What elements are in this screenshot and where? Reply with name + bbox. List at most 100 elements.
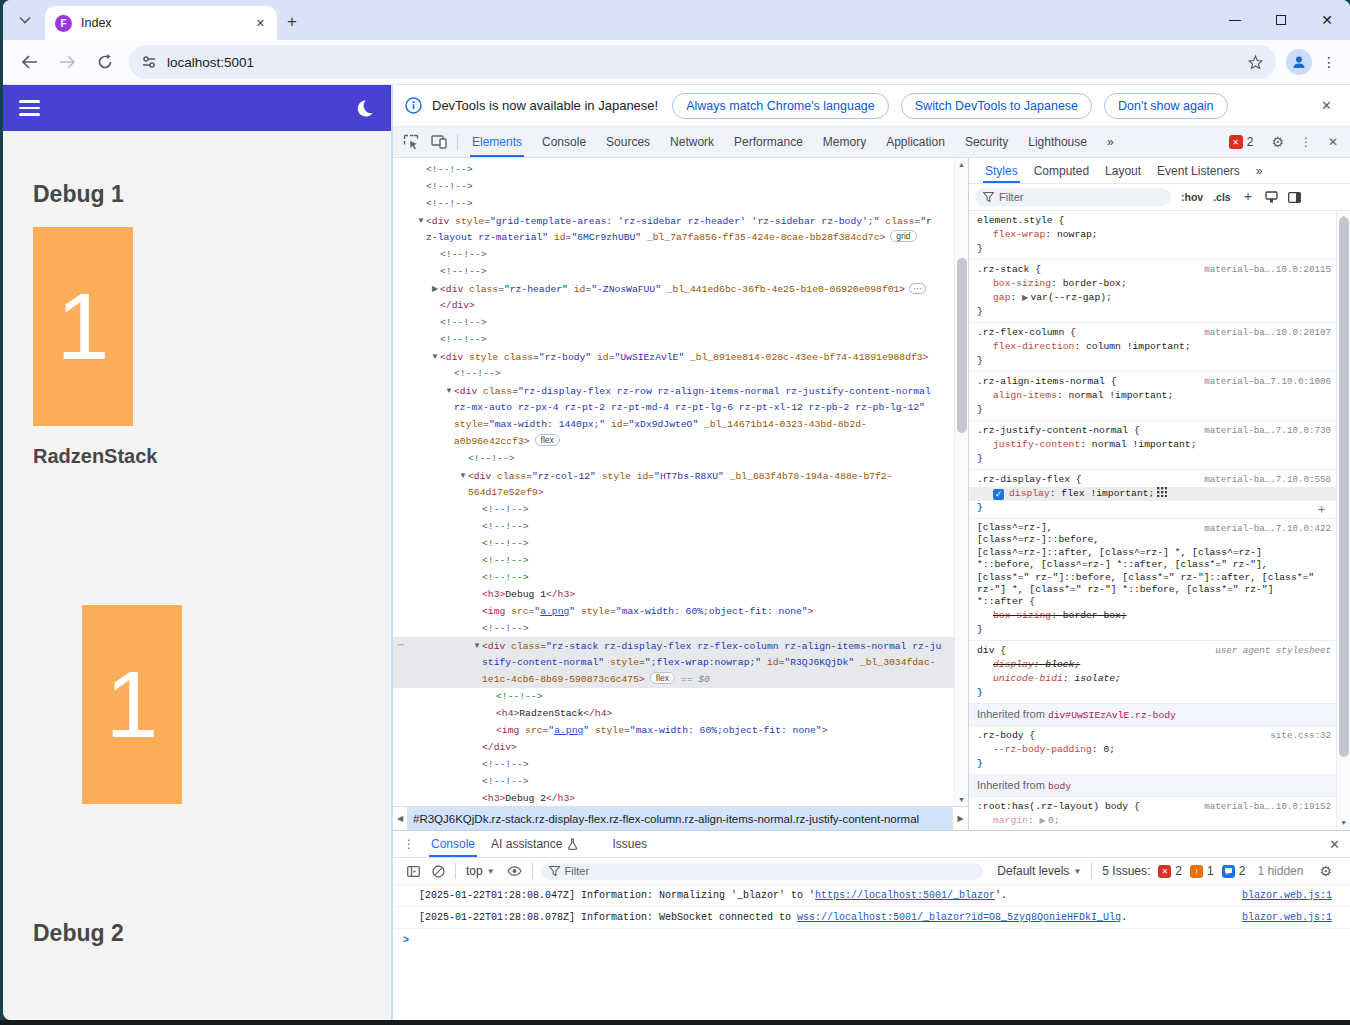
- css-property[interactable]: margin: ▶ 0;: [977, 814, 1330, 828]
- elements-tree-row[interactable]: 1e1c-4cb6-8b69-590873c6c475>flex == $0: [393, 671, 954, 688]
- dark-mode-icon[interactable]: [354, 98, 375, 119]
- devtools-close-icon[interactable]: ✕: [1328, 135, 1338, 149]
- elements-tree-row[interactable]: <!--!-->: [393, 263, 954, 280]
- elements-tree-row[interactable]: <!--!-->: [393, 501, 954, 518]
- css-property[interactable]: flex-direction: column !important;: [977, 340, 1330, 354]
- dont-show-again-button[interactable]: Don't show again: [1104, 93, 1228, 119]
- address-bar[interactable]: localhost:5001: [129, 45, 1276, 79]
- elements-tree-row[interactable]: <!--!-->: [393, 620, 954, 637]
- elements-tree-row[interactable]: ⋯▼<div class="rz-stack rz-display-flex r…: [393, 637, 954, 654]
- elements-tree-row[interactable]: <!--!-->: [393, 314, 954, 331]
- source-location-link[interactable]: blazor.web.js:1: [1242, 889, 1332, 903]
- tab-event-listeners[interactable]: Event Listeners: [1149, 158, 1248, 183]
- tab-computed[interactable]: Computed: [1026, 158, 1097, 183]
- context-selector[interactable]: top: [466, 864, 483, 878]
- style-rule[interactable]: .rz-align-items-normal {material-ba…7.10…: [969, 372, 1336, 421]
- breadcrumb[interactable]: #R3QJ6KQjDk.rz-stack.rz-display-flex.rz-…: [407, 807, 952, 830]
- default-levels-dropdown[interactable]: Default levels: [997, 864, 1069, 878]
- drawer-close-icon[interactable]: ✕: [1319, 837, 1350, 852]
- maximize-button[interactable]: [1258, 0, 1304, 40]
- console-filter-input[interactable]: Filter: [541, 863, 984, 880]
- elements-tree-row[interactable]: <!--!-->: [393, 161, 954, 178]
- back-button[interactable]: [17, 55, 41, 69]
- styles-filter-input[interactable]: Filter: [975, 188, 1171, 206]
- stylesheet-link[interactable]: material-ba….10.0:20107: [1204, 326, 1331, 340]
- site-settings-icon[interactable]: [141, 55, 157, 69]
- toggle-hover-state[interactable]: :hov: [1181, 191, 1203, 203]
- notification-close-icon[interactable]: ✕: [1315, 98, 1338, 113]
- elements-scrollbar[interactable]: ▲ ▼: [954, 158, 968, 806]
- browser-menu-button[interactable]: ⋮: [1322, 54, 1336, 70]
- stylesheet-link[interactable]: material-ba….7.10.0:730: [1204, 424, 1331, 438]
- elements-tree-row[interactable]: <!--!-->: [393, 569, 954, 586]
- tab-styles[interactable]: Styles: [977, 158, 1026, 183]
- elements-tree-row[interactable]: <!--!-->: [393, 535, 954, 552]
- flex-badge[interactable]: flex: [535, 434, 560, 446]
- match-language-button[interactable]: Always match Chrome's language: [672, 93, 889, 119]
- menu-icon[interactable]: [19, 96, 40, 119]
- flex-editor-icon[interactable]: [1157, 487, 1167, 497]
- style-rule[interactable]: .rz-stack {material-ba….10.0:20115box-si…: [969, 260, 1336, 323]
- style-rule[interactable]: element.style {flex-wrap: nowrap;}: [969, 211, 1336, 260]
- console-settings-icon[interactable]: ⚙: [1319, 863, 1332, 879]
- source-location-link[interactable]: blazor.web.js:1: [1242, 911, 1332, 925]
- css-property[interactable]: ✓display: flex !important;: [969, 487, 1336, 501]
- computed-sidebar-icon[interactable]: [1288, 192, 1301, 203]
- drawer-tab-ai-assistance[interactable]: AI assistance: [483, 831, 586, 857]
- issues-warning-icon[interactable]: !: [1190, 865, 1203, 878]
- reload-button[interactable]: [93, 54, 117, 70]
- stylesheet-link[interactable]: material-ba….10.0:20115: [1204, 263, 1331, 277]
- style-rule[interactable]: [class^=rz-],[class^=rz-]::before,[class…: [969, 519, 1336, 641]
- stylesheet-link[interactable]: material-ba….7.10.0:558: [1204, 473, 1331, 487]
- flex-badge[interactable]: flex: [650, 672, 675, 684]
- elements-tree-row[interactable]: stify-content-normal" style=";flex-wrap:…: [393, 654, 954, 671]
- style-rule[interactable]: :root:has(.rz-layout) body {material-ba……: [969, 797, 1336, 830]
- close-button[interactable]: ✕: [1304, 0, 1350, 40]
- stylesheet-link[interactable]: material-ba….10.0:19152: [1204, 800, 1331, 814]
- breadcrumb-left-icon[interactable]: ◀: [393, 807, 407, 830]
- console-prompt[interactable]: >: [393, 929, 1350, 946]
- issues-label[interactable]: 5 Issues:: [1102, 864, 1150, 878]
- elements-tree-row[interactable]: ▶<div class="rz-header" id="-ZNosWaFUU" …: [393, 280, 954, 297]
- devtools-settings-icon[interactable]: ⚙: [1271, 134, 1284, 150]
- stylesheet-link[interactable]: site.css:32: [1270, 729, 1331, 743]
- issues-error-icon[interactable]: ✕: [1158, 865, 1171, 878]
- css-property[interactable]: box-sizing: border-box;: [977, 277, 1330, 291]
- breadcrumb-right-icon[interactable]: ▶: [952, 807, 968, 830]
- elements-tree-row[interactable]: ▼<div style class="rz-body" id="UwSIEzAv…: [393, 348, 954, 365]
- css-property[interactable]: display: block;: [977, 658, 1330, 672]
- elements-tree-row[interactable]: <h3>Debug 1</h3>: [393, 586, 954, 603]
- tab-close-icon[interactable]: ✕: [252, 15, 269, 32]
- elements-tree-row[interactable]: <!--!-->: [393, 756, 954, 773]
- console-link[interactable]: wss://localhost:5001/_blazor?id=O8_5zyq8…: [797, 912, 1121, 923]
- elements-tree-row[interactable]: <!--!-->: [393, 195, 954, 212]
- more-tabs-button[interactable]: »: [1097, 127, 1124, 157]
- css-property[interactable]: unicode-bidi: isolate;: [977, 672, 1330, 686]
- tab-elements[interactable]: Elements: [462, 127, 532, 157]
- drawer-tab-issues[interactable]: Issues: [604, 831, 655, 857]
- property-checkbox[interactable]: ✓: [993, 489, 1004, 500]
- style-rule[interactable]: .rz-body {site.css:32--rz-body-padding: …: [969, 726, 1336, 775]
- elements-tree-row[interactable]: <h3>Debug 2</h3>: [393, 790, 954, 806]
- tab-network[interactable]: Network: [660, 127, 724, 157]
- expand-node-button[interactable]: ⋯: [909, 283, 926, 294]
- tab-sources[interactable]: Sources: [596, 127, 660, 157]
- console-sidebar-icon[interactable]: [407, 866, 420, 877]
- elements-tree-row[interactable]: style="max-width: 1440px;" id="xDx9dJwte…: [393, 416, 954, 433]
- new-style-rule-button[interactable]: ＋: [1241, 188, 1255, 206]
- add-property-button[interactable]: ＋: [1315, 502, 1328, 516]
- elements-tree-row[interactable]: <!--!-->: [393, 518, 954, 535]
- toggle-classes[interactable]: .cls: [1213, 191, 1231, 203]
- elements-tree-row[interactable]: </div>: [393, 739, 954, 756]
- css-property[interactable]: align-items: normal !important;: [977, 389, 1330, 403]
- forward-button[interactable]: [55, 55, 79, 69]
- tab-performance[interactable]: Performance: [724, 127, 813, 157]
- elements-tree-row[interactable]: <!--!-->: [393, 552, 954, 569]
- grid-badge[interactable]: grid: [890, 230, 916, 242]
- elements-tree-row[interactable]: <!--!-->: [393, 365, 954, 382]
- tab-layout[interactable]: Layout: [1097, 158, 1149, 183]
- console-link[interactable]: https://localhost:5001/_blazor: [815, 890, 995, 901]
- devtools-menu-icon[interactable]: ⋮: [1300, 135, 1312, 149]
- elements-tree-row[interactable]: z-layout rz-material" id="6MCr9zhUBU" _b…: [393, 229, 954, 246]
- bookmark-star-icon[interactable]: [1247, 54, 1264, 71]
